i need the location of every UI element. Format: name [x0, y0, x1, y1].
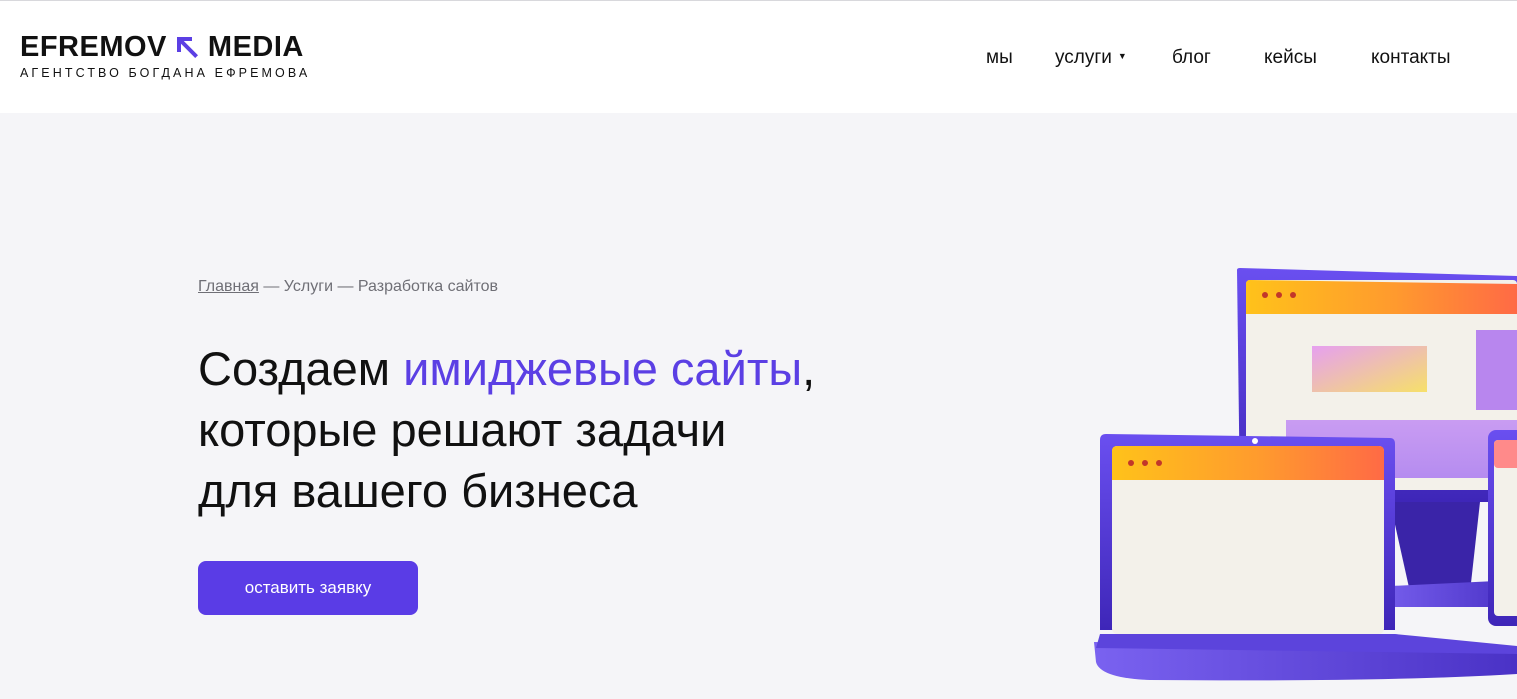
nav-item-services[interactable]: услуги ▼ [1055, 47, 1127, 69]
breadcrumb-separator: — [258, 278, 284, 295]
devices-illustration [1094, 268, 1517, 681]
breadcrumb: Главная — Услуги — Разработка сайтов [198, 278, 498, 296]
caret-down-icon: ▼ [1117, 50, 1127, 61]
phone-graphic [1488, 430, 1517, 626]
nav-item-services-label: услуги [1055, 47, 1112, 68]
breadcrumb-home-link[interactable]: Главная [198, 278, 259, 295]
title-accent: имиджевые сайты [403, 342, 803, 395]
nav-item-cases[interactable]: кейсы [1264, 47, 1317, 69]
page-title: Создаем имиджевые сайты, которые решают … [198, 338, 918, 521]
nav-item-contacts[interactable]: контакты [1371, 47, 1451, 69]
nav-item-blog[interactable]: блог [1172, 47, 1211, 69]
nav-item-about[interactable]: мы [986, 47, 1013, 69]
breadcrumb-separator: — [333, 278, 358, 295]
title-prefix: Создаем [198, 342, 404, 395]
breadcrumb-current: Разработка сайтов [357, 278, 498, 295]
breadcrumb-services: Услуги [283, 278, 333, 295]
title-line-2: которые решают задачи [198, 403, 727, 456]
title-line-3: для вашего бизнеса [198, 464, 638, 517]
site-header: EFREMOV MEDIA АГЕНТСТВО БОГДАНА ЕФРЕМОВА… [0, 1, 1517, 113]
main-nav: мы услуги ▼ блог кейсы контакты [0, 47, 1517, 73]
title-comma: , [802, 342, 816, 395]
submit-request-button[interactable]: оставить заявку [198, 561, 418, 615]
